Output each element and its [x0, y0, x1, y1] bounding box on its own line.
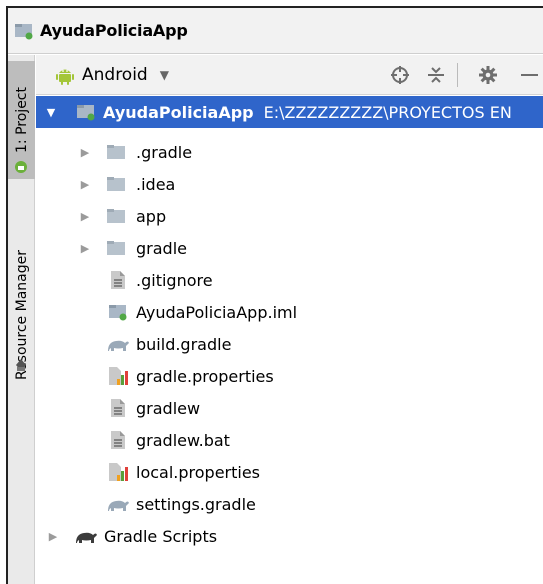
- text-file-icon: [110, 270, 130, 290]
- tree-item-label: gradlew.bat: [136, 430, 230, 450]
- expand-arrow-icon[interactable]: ▼: [44, 105, 58, 119]
- tree-item[interactable]: build.gradle: [36, 328, 543, 360]
- tree-item-label: app: [136, 206, 167, 226]
- expand-arrow-icon[interactable]: ▶: [46, 529, 60, 543]
- android-small-icon: [14, 159, 28, 178]
- tree-item[interactable]: ▶ app: [36, 200, 543, 232]
- toolbar-divider: [457, 63, 458, 87]
- left-tool-strip: 1: Project Resource Manager: [8, 55, 35, 584]
- tree-item[interactable]: ▶ gradle: [36, 232, 543, 264]
- tree-item[interactable]: gradlew.bat: [36, 424, 543, 456]
- project-tree: ▼ AyudaPoliciaApp E:\ZZZZZZZZZ\PROYECTOS …: [36, 96, 543, 584]
- folder-icon: [106, 238, 126, 258]
- tree-item[interactable]: local.properties: [36, 456, 543, 488]
- tree-item[interactable]: ▶ .idea: [36, 168, 543, 200]
- gradle-elephant-icon: [106, 334, 130, 354]
- tree-item-gradle-scripts[interactable]: ▶ Gradle Scripts: [36, 520, 543, 552]
- chevron-down-icon[interactable]: ▼: [160, 68, 169, 82]
- tree-item-label: build.gradle: [136, 334, 232, 354]
- tree-item[interactable]: gradlew: [36, 392, 543, 424]
- resource-manager-icon: [15, 357, 27, 376]
- tree-item-label: AyudaPoliciaApp.iml: [136, 302, 298, 322]
- tree-item-label: .gitignore: [136, 270, 213, 290]
- project-view-toolbar: Android ▼: [36, 55, 543, 95]
- gradle-elephant-icon: [106, 494, 130, 514]
- minimize-icon[interactable]: [516, 63, 540, 87]
- tree-item[interactable]: gradle.properties: [36, 360, 543, 392]
- project-path: E:\ZZZZZZZZZ\PROYECTOS EN: [263, 102, 512, 122]
- tree-item-label: local.properties: [136, 462, 261, 482]
- expand-arrow-icon[interactable]: ▶: [78, 241, 92, 255]
- side-tab-resource-manager[interactable]: Resource Manager: [8, 215, 35, 415]
- text-file-icon: [110, 398, 130, 418]
- collapse-all-icon[interactable]: [424, 63, 448, 87]
- tree-item-label: gradle: [136, 238, 187, 258]
- tree-item[interactable]: AyudaPoliciaApp.iml: [36, 296, 543, 328]
- project-tool-window: AyudaPoliciaApp 1: Project Resource Mana…: [6, 6, 543, 584]
- tree-item-label: gradlew: [136, 398, 201, 418]
- window-title: AyudaPoliciaApp: [40, 21, 188, 40]
- expand-arrow-icon[interactable]: ▶: [78, 145, 92, 159]
- tree-item[interactable]: ▶ .gradle: [36, 136, 543, 168]
- view-selector[interactable]: Android: [82, 65, 148, 85]
- tree-item-label: .gradle: [136, 142, 193, 162]
- tree-item-label: gradle.properties: [136, 366, 274, 386]
- gradle-elephant-icon: [74, 526, 98, 546]
- module-icon: [14, 22, 34, 40]
- tree-root-row[interactable]: ▼ AyudaPoliciaApp E:\ZZZZZZZZZ\PROYECTOS …: [36, 96, 543, 128]
- tree-item-label: Gradle Scripts: [104, 526, 218, 546]
- properties-icon: [108, 462, 128, 482]
- folder-icon: [106, 174, 126, 194]
- folder-icon: [106, 206, 126, 226]
- project-name: AyudaPoliciaApp: [103, 102, 254, 122]
- expand-arrow-icon[interactable]: ▶: [78, 209, 92, 223]
- gear-icon[interactable]: [476, 63, 500, 87]
- android-icon: [56, 65, 74, 85]
- text-file-icon: [110, 430, 130, 450]
- tree-root-label: AyudaPoliciaApp E:\ZZZZZZZZZ\PROYECTOS EN: [103, 103, 512, 122]
- properties-icon: [108, 366, 128, 386]
- window-title-bar: AyudaPoliciaApp: [8, 8, 543, 54]
- tree-item[interactable]: settings.gradle: [36, 488, 543, 520]
- side-tab-project-label: 1: Project: [13, 87, 30, 153]
- tree-item-label: settings.gradle: [136, 494, 256, 514]
- locate-icon[interactable]: [388, 63, 412, 87]
- tree-item[interactable]: .gitignore: [36, 264, 543, 296]
- expand-arrow-icon[interactable]: ▶: [78, 177, 92, 191]
- module-icon: [108, 302, 128, 322]
- tree-item-label: .idea: [136, 174, 176, 194]
- module-icon: [76, 102, 96, 122]
- folder-icon: [106, 142, 126, 162]
